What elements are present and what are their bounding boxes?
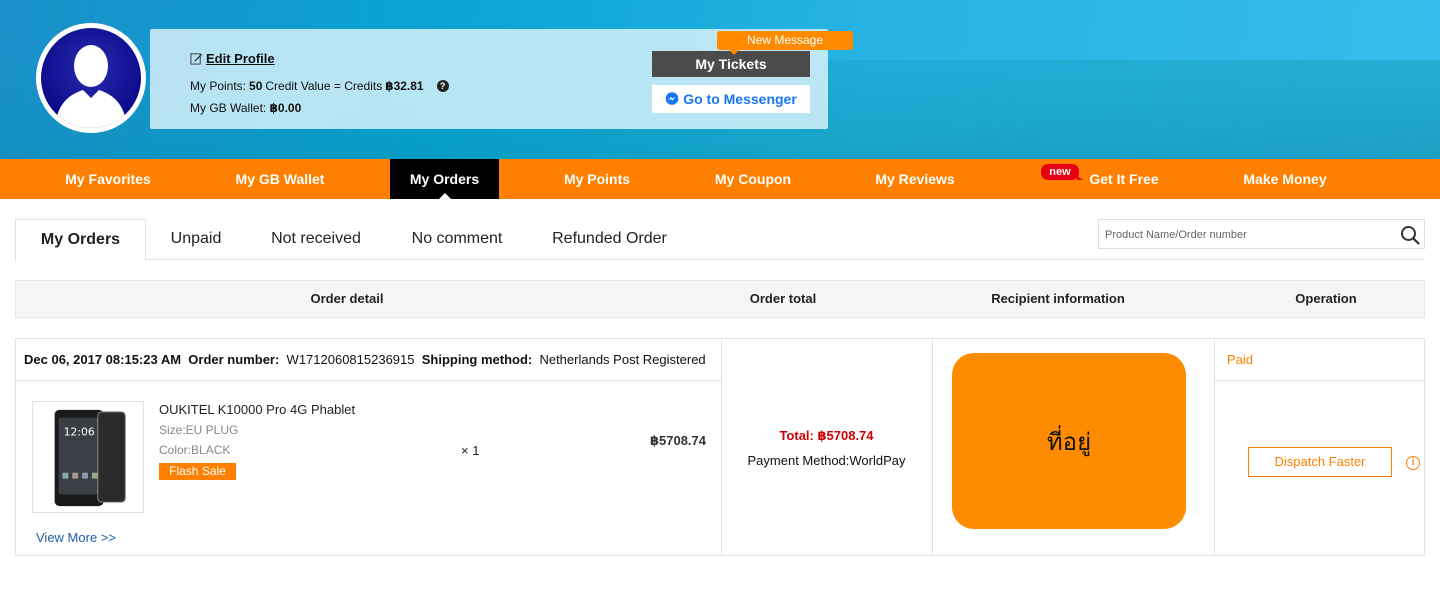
order-number-label: Order number: bbox=[188, 352, 280, 367]
payment-method: Payment Method:WorldPay bbox=[747, 453, 906, 468]
header-recipient-information: Recipient information bbox=[991, 291, 1125, 306]
messenger-label: Go to Messenger bbox=[683, 91, 797, 107]
wallet-label: My GB Wallet: bbox=[190, 101, 267, 115]
search-icon[interactable] bbox=[1400, 225, 1420, 245]
phone-clock: 12:06 bbox=[64, 425, 95, 438]
nav-my-favorites[interactable]: My Favorites bbox=[33, 159, 183, 199]
order-status: Paid bbox=[1227, 352, 1254, 367]
order-total: Total: ฿5708.74 bbox=[779, 428, 874, 443]
order-search-input[interactable] bbox=[1105, 226, 1385, 244]
view-more-link[interactable]: View More >> bbox=[36, 530, 116, 545]
order-search bbox=[1098, 219, 1425, 249]
header-operation: Operation bbox=[1295, 291, 1357, 306]
product-size: Size:EU PLUG bbox=[159, 423, 239, 437]
help-icon[interactable]: ? bbox=[436, 80, 449, 92]
product-thumbnail[interactable]: 12:06 bbox=[32, 401, 144, 513]
shipping-method: Netherlands Post Registered bbox=[539, 352, 706, 367]
nav-make-money[interactable]: Make Money bbox=[1210, 159, 1360, 199]
new-badge: new bbox=[1041, 164, 1083, 180]
avatar[interactable] bbox=[36, 23, 146, 133]
tab-my-orders[interactable]: My Orders bbox=[15, 219, 146, 261]
wallet-value: ฿0.00 bbox=[269, 101, 302, 115]
credit-value: ฿32.81 bbox=[385, 79, 424, 93]
messenger-button[interactable]: Go to Messenger bbox=[652, 85, 810, 113]
product-price: ฿5708.74 bbox=[649, 433, 706, 448]
points-label: My Points: bbox=[190, 79, 247, 93]
column-divider bbox=[1214, 339, 1215, 555]
edit-profile-link[interactable]: Edit Profile bbox=[190, 51, 275, 66]
shipping-method-label: Shipping method: bbox=[421, 352, 533, 367]
nav-my-gb-wallet[interactable]: My GB Wallet bbox=[205, 159, 355, 199]
column-divider bbox=[932, 339, 933, 555]
account-nav: My Favorites My GB Wallet My Orders My P… bbox=[0, 159, 1440, 199]
product-name[interactable]: OUKITEL K10000 Pro 4G Phablet bbox=[159, 402, 355, 417]
phone-image: 12:06 bbox=[54, 409, 126, 507]
tab-unpaid[interactable]: Unpaid bbox=[156, 219, 236, 260]
recipient-address: ที่อยู่ bbox=[952, 353, 1186, 529]
flash-sale-badge: Flash Sale bbox=[159, 463, 236, 480]
order-date: Dec 06, 2017 08:15:23 AM bbox=[24, 352, 182, 367]
avatar-image bbox=[41, 28, 141, 128]
order-meta: Dec 06, 2017 08:15:23 AM Order number: W… bbox=[24, 352, 706, 367]
messenger-icon bbox=[665, 92, 679, 105]
product-quantity: × 1 bbox=[461, 443, 480, 458]
nav-my-coupon[interactable]: My Coupon bbox=[678, 159, 828, 199]
meta-divider bbox=[16, 380, 721, 381]
header-order-detail: Order detail bbox=[310, 291, 384, 306]
credit-label: Credit Value = Credits bbox=[265, 79, 383, 93]
new-message-badge: New Message bbox=[717, 31, 853, 55]
dispatch-faster-button[interactable]: Dispatch Faster bbox=[1248, 447, 1392, 477]
orders-table-header: Order detail Order total Recipient infor… bbox=[15, 280, 1425, 318]
header-order-total: Order total bbox=[749, 291, 817, 306]
tab-refunded-order[interactable]: Refunded Order bbox=[542, 219, 677, 260]
nav-my-points[interactable]: My Points bbox=[522, 159, 672, 199]
wallet-line: My GB Wallet: ฿0.00 bbox=[190, 101, 301, 115]
edit-profile-label: Edit Profile bbox=[206, 51, 275, 66]
product-color: Color:BLACK bbox=[159, 443, 231, 457]
nav-my-orders[interactable]: My Orders bbox=[390, 159, 499, 199]
tab-not-received[interactable]: Not received bbox=[261, 219, 371, 260]
order-number: W1712060815236915 bbox=[286, 352, 415, 367]
nav-my-reviews[interactable]: My Reviews bbox=[840, 159, 990, 199]
points-line: My Points: 50 Credit Value = Credits ฿32… bbox=[190, 79, 449, 93]
column-divider bbox=[721, 339, 722, 555]
tab-no-comment[interactable]: No comment bbox=[402, 219, 512, 260]
info-icon[interactable]: i bbox=[1406, 456, 1420, 470]
order-card: Dec 06, 2017 08:15:23 AM Order number: W… bbox=[15, 338, 1425, 556]
user-silhouette-icon bbox=[55, 45, 127, 128]
operation-divider bbox=[1214, 380, 1424, 381]
points-value: 50 bbox=[249, 79, 263, 93]
edit-icon bbox=[190, 53, 203, 65]
